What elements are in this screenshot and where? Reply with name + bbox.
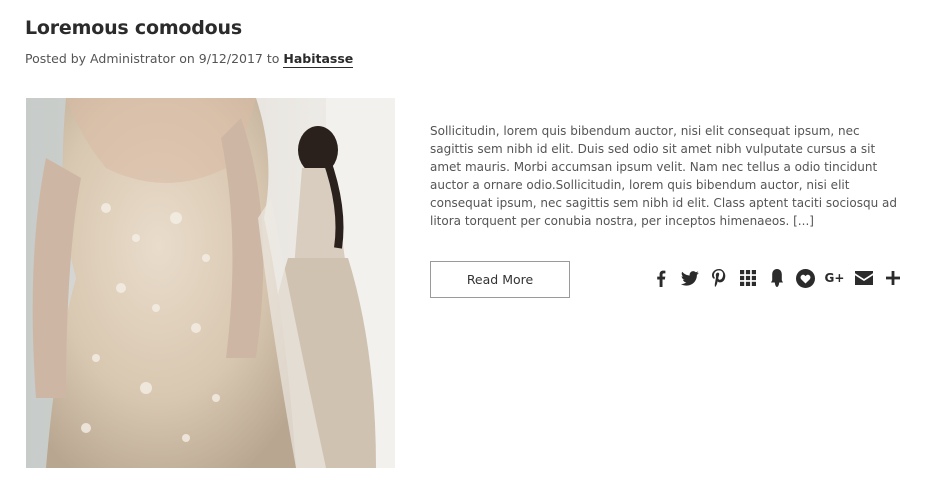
post-image[interactable]: [26, 98, 395, 468]
post-excerpt: Sollicitudin, lorem quis bibendum auctor…: [430, 124, 897, 228]
wedding-dress-photo: [26, 98, 395, 468]
share-icons: G+: [646, 267, 907, 289]
post-meta: Posted by Administrator on 9/12/2017 to …: [25, 51, 354, 68]
pinterest-icon[interactable]: [704, 267, 733, 289]
blogger-icon[interactable]: [762, 267, 791, 289]
plus-icon[interactable]: [878, 267, 907, 289]
google-plus-label: G+: [824, 271, 845, 285]
twitter-icon[interactable]: [675, 267, 704, 289]
post-title[interactable]: Loremous comodous: [25, 17, 242, 39]
read-more-button[interactable]: Read More: [430, 261, 570, 298]
email-icon[interactable]: [849, 267, 878, 289]
post-meta-text: Posted by Administrator on 9/12/2017 to: [25, 51, 280, 66]
facebook-icon[interactable]: [646, 267, 675, 289]
heart-icon[interactable]: [791, 267, 820, 289]
google-plus-icon[interactable]: G+: [820, 267, 849, 289]
category-link[interactable]: Habitasse: [283, 51, 354, 68]
grid-icon[interactable]: [733, 267, 762, 289]
